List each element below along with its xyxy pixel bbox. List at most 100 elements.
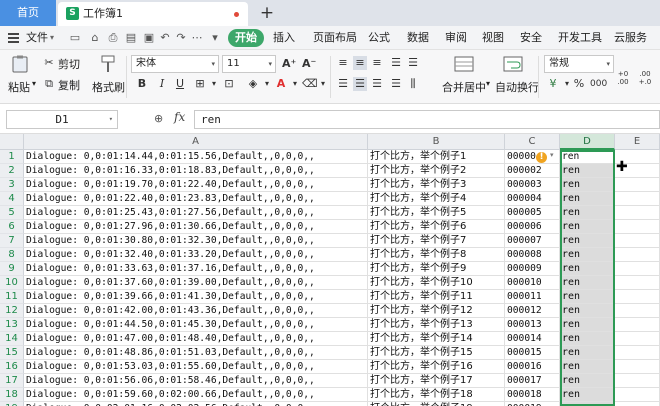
row-header[interactable]: 3 [0, 178, 24, 192]
column-header-e[interactable]: E [615, 134, 660, 150]
decrease-font-icon[interactable]: A⁻ [302, 57, 316, 71]
cell-a13[interactable]: Dialogue: 0,0:01:44.50,0:01:45.30,Defaul… [24, 318, 368, 332]
font-name-select[interactable]: 宋体 ▾ [131, 55, 219, 73]
column-header-b[interactable]: B [368, 134, 505, 150]
customize-toolbar-icon[interactable]: ▾ [208, 31, 222, 45]
cell-b8[interactable]: 打个比方，举个例子8 [368, 248, 505, 262]
select-all-corner[interactable] [0, 134, 24, 150]
cell-a14[interactable]: Dialogue: 0,0:01:47.00,0:01:48.40,Defaul… [24, 332, 368, 346]
cell-a2[interactable]: Dialogue: 0,0:01:16.33,0:01:18.83,Defaul… [24, 164, 368, 178]
cell-e15[interactable] [615, 346, 660, 360]
cell-a1[interactable]: Dialogue: 0,0:01:14.44,0:01:15.56,Defaul… [24, 150, 368, 164]
align-top-icon[interactable]: ≡ [336, 56, 350, 70]
cell-a9[interactable]: Dialogue: 0,0:01:33.63,0:01:37.16,Defaul… [24, 262, 368, 276]
chevron-down-icon[interactable]: ▾ [288, 77, 302, 91]
cell-a7[interactable]: Dialogue: 0,0:01:30.80,0:01:32.30,Defaul… [24, 234, 368, 248]
align-left-icon[interactable]: ☰ [389, 56, 403, 70]
menu-review[interactable]: 审阅 [445, 26, 467, 50]
cell-b9[interactable]: 打个比方，举个例子9 [368, 262, 505, 276]
format-painter-button[interactable]: 格式刷 [92, 79, 125, 95]
align-center-icon[interactable]: ☰ [353, 77, 367, 91]
cell-b17[interactable]: 打个比方，举个例子17 [368, 374, 505, 388]
cell-b11[interactable]: 打个比方，举个例子11 [368, 290, 505, 304]
cell-d9[interactable]: ren [560, 262, 615, 276]
cell-b19[interactable]: 打个比方，举个例子19 [368, 402, 505, 406]
cell-b3[interactable]: 打个比方，举个例子3 [368, 178, 505, 192]
cell-e9[interactable] [615, 262, 660, 276]
cell-d19[interactable]: ren [560, 402, 615, 406]
cell-e10[interactable] [615, 276, 660, 290]
cell-e3[interactable] [615, 178, 660, 192]
cell-b6[interactable]: 打个比方，举个例子6 [368, 220, 505, 234]
menu-cloud-service[interactable]: 云服务 [614, 26, 647, 50]
wrap-text-icon[interactable] [503, 55, 523, 73]
row-header[interactable]: 16 [0, 360, 24, 374]
border-style-icon[interactable]: ⊡ [222, 77, 236, 91]
align-bottom-icon[interactable]: ≡ [370, 56, 384, 70]
cell-d16[interactable]: ren [560, 360, 615, 374]
row-header[interactable]: 4 [0, 192, 24, 206]
cell-b18[interactable]: 打个比方，举个例子18 [368, 388, 505, 402]
cell-d10[interactable]: ren [560, 276, 615, 290]
format-painter-icon[interactable] [98, 55, 118, 73]
cell-a6[interactable]: Dialogue: 0,0:01:27.96,0:01:30.66,Defaul… [24, 220, 368, 234]
fill-color-icon[interactable]: ◈ [246, 77, 260, 91]
redo-icon[interactable]: ↷ [174, 31, 188, 45]
row-header[interactable]: 1 [0, 150, 24, 164]
currency-icon[interactable]: ¥ [546, 77, 560, 91]
cell-b5[interactable]: 打个比方，举个例子5 [368, 206, 505, 220]
cell-d1[interactable]: ren [560, 150, 615, 164]
increase-font-icon[interactable]: A⁺ [282, 57, 296, 71]
zoom-search-icon[interactable]: ⊕ [154, 112, 163, 125]
cell-c6[interactable]: 000006 [505, 220, 560, 234]
chevron-down-icon[interactable]: ▾ [486, 79, 490, 88]
cell-e18[interactable] [615, 388, 660, 402]
clear-format-icon[interactable]: ⌫ [302, 77, 318, 91]
row-header[interactable]: 11 [0, 290, 24, 304]
cell-d3[interactable]: ren [560, 178, 615, 192]
cell-d15[interactable]: ren [560, 346, 615, 360]
paste-icon[interactable] [10, 55, 30, 73]
warning-icon[interactable]: ! [536, 152, 547, 163]
align-text-left-icon[interactable]: ☰ [336, 77, 350, 91]
menu-start[interactable]: 开始 [228, 29, 264, 47]
justify-icon[interactable]: ☰ [389, 77, 403, 91]
cell-d5[interactable]: ren [560, 206, 615, 220]
menu-security[interactable]: 安全 [520, 26, 542, 50]
paste-options-icon[interactable]: ▾ [32, 79, 36, 88]
chevron-down-icon[interactable]: ▾ [50, 26, 54, 50]
cell-b1[interactable]: 打个比方，举个例子1 [368, 150, 505, 164]
cell-c17[interactable]: 000017 [505, 374, 560, 388]
row-header[interactable]: 18 [0, 388, 24, 402]
cell-b15[interactable]: 打个比方，举个例子15 [368, 346, 505, 360]
cell-d11[interactable]: ren [560, 290, 615, 304]
home-tab[interactable]: 首页 [0, 0, 56, 26]
cell-c13[interactable]: 000013 [505, 318, 560, 332]
row-header[interactable]: 9 [0, 262, 24, 276]
cell-b12[interactable]: 打个比方，举个例子12 [368, 304, 505, 318]
cell-a11[interactable]: Dialogue: 0,0:01:39.66,0:01:41.30,Defaul… [24, 290, 368, 304]
menu-view[interactable]: 视图 [482, 26, 504, 50]
cell-c11[interactable]: 000011 [505, 290, 560, 304]
cell-d18[interactable]: ren [560, 388, 615, 402]
cell-b14[interactable]: 打个比方，举个例子14 [368, 332, 505, 346]
cell-a8[interactable]: Dialogue: 0,0:01:32.40,0:01:33.20,Defaul… [24, 248, 368, 262]
cell-d17[interactable]: ren [560, 374, 615, 388]
chevron-down-icon[interactable]: ▾ [316, 77, 330, 91]
percent-icon[interactable]: % [572, 77, 586, 91]
cell-a5[interactable]: Dialogue: 0,0:01:25.43,0:01:27.56,Defaul… [24, 206, 368, 220]
row-header[interactable]: 2 [0, 164, 24, 178]
cell-b7[interactable]: 打个比方，举个例子7 [368, 234, 505, 248]
cell-c7[interactable]: 000007 [505, 234, 560, 248]
cell-c3[interactable]: 000003 [505, 178, 560, 192]
menu-insert[interactable]: 插入 [273, 26, 295, 50]
row-header[interactable]: 10 [0, 276, 24, 290]
menu-formulas[interactable]: 公式 [368, 26, 390, 50]
cell-e14[interactable] [615, 332, 660, 346]
file-menu[interactable]: 文件 [26, 26, 48, 50]
cell-e4[interactable] [615, 192, 660, 206]
cell-c19[interactable]: 000019 [505, 402, 560, 406]
bold-icon[interactable]: B [135, 77, 149, 91]
borders-icon[interactable]: ⊞ [193, 77, 207, 91]
spreadsheet-grid[interactable]: ABCDE 1 Dialogue: 0,0:01:14.44,0:01:15.56… [0, 134, 660, 406]
